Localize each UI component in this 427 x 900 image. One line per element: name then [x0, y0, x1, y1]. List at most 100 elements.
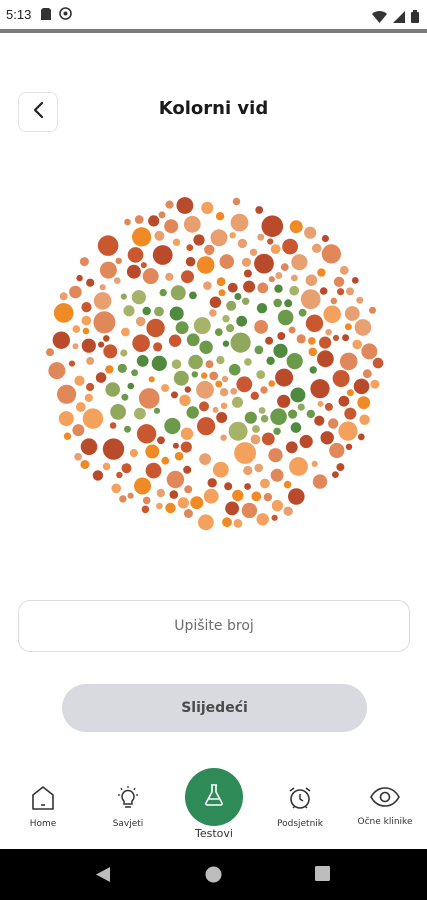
plate-dot [216, 356, 225, 365]
signal-icon [393, 8, 405, 27]
plate-dot [92, 470, 104, 481]
plate-dot [161, 384, 170, 392]
plate-dot [338, 421, 358, 441]
plate-dot [117, 363, 127, 373]
no-disturb-icon [59, 5, 73, 24]
plate-dot [319, 336, 332, 349]
plate-dot [216, 412, 228, 423]
plate-dot [102, 438, 125, 460]
plate-dot [136, 355, 149, 367]
plate-dot [196, 256, 215, 274]
plate-dot [270, 244, 281, 254]
plate-dot [169, 490, 179, 499]
plate-dot [299, 434, 313, 449]
nav-item-savjeti[interactable]: Savjeti [88, 785, 168, 829]
plate-dot [129, 449, 138, 458]
plate-dot [131, 290, 146, 305]
plate-dot [164, 417, 181, 435]
plate-dot [339, 265, 349, 275]
color-vision-plate [40, 190, 390, 536]
plate-dot [271, 514, 278, 521]
plate-dot [134, 407, 146, 420]
plate-dot [372, 357, 384, 369]
plate-dot [184, 485, 193, 494]
plate-dot [219, 254, 235, 269]
plate-dot [221, 375, 229, 383]
plate-dot [72, 325, 81, 333]
plate-dot [145, 444, 160, 459]
plate-dot [215, 212, 225, 221]
plate-dot [328, 418, 339, 429]
plate-dot [207, 478, 217, 488]
number-input[interactable] [18, 600, 410, 652]
plate-dot [222, 315, 230, 323]
plate-dot [179, 394, 191, 406]
plate-dot [283, 480, 292, 489]
bottom-navigation: Home Savjeti Testovi Podsjetnik Očne kli… [0, 765, 427, 849]
plate-dot [209, 309, 217, 317]
flask-icon [204, 784, 224, 810]
plate-dot [134, 215, 144, 224]
plate-dot [74, 375, 85, 386]
plate-dot [321, 244, 341, 264]
plate-dot [146, 318, 165, 338]
plate-dot [242, 297, 250, 305]
nav-item-home[interactable]: Home [3, 785, 83, 829]
plate-dot [244, 358, 252, 366]
nav-label-ocne-klinike: Očne klinike [357, 817, 413, 827]
nav-item-podsjetnik[interactable]: Podsjetnik [260, 785, 340, 829]
plate-dot [156, 502, 163, 510]
plate-dot [256, 303, 268, 314]
plate-dot [121, 463, 132, 474]
plate-dot [344, 323, 352, 331]
plate-dot [306, 409, 315, 419]
plate-dot [332, 471, 339, 478]
plate-dot [105, 382, 120, 397]
plate-dot [290, 422, 302, 433]
plate-dot [261, 215, 284, 237]
recents-square-icon[interactable] [315, 866, 330, 885]
plate-dot [227, 282, 238, 293]
plate-dot [102, 462, 111, 471]
plate-dot [99, 261, 117, 279]
plate-dot [323, 305, 342, 324]
plate-dot [260, 386, 268, 394]
plate-dot [254, 463, 263, 473]
plate-dot [232, 396, 243, 408]
plate-dot [132, 334, 150, 352]
plate-dot [354, 319, 372, 336]
plate-dot [330, 297, 338, 305]
plate-dot [97, 235, 119, 256]
next-button[interactable]: Slijedeći [62, 684, 367, 732]
nav-item-ocne-klinike[interactable]: Očne klinike [345, 785, 425, 827]
nav-item-testovi[interactable] [185, 768, 243, 826]
status-time: 5:13 [6, 7, 32, 22]
plate-dot [226, 300, 237, 311]
plate-dot [198, 514, 214, 531]
plate-dot [273, 427, 281, 435]
plate-dot [185, 256, 196, 267]
plate-dot [228, 421, 248, 441]
plate-dot [215, 380, 223, 388]
home-circle-icon[interactable] [205, 866, 222, 887]
plate-dot [157, 436, 165, 445]
plate-dot [260, 478, 270, 489]
plate-dot [169, 306, 184, 321]
plate-dot [257, 233, 265, 241]
plate-dot [232, 489, 244, 502]
plate-dot [236, 315, 248, 327]
plate-dot [115, 257, 122, 264]
plate-dot [305, 274, 318, 286]
plate-dot [68, 360, 76, 367]
back-triangle-icon[interactable] [95, 866, 111, 887]
plate-dot [57, 384, 77, 404]
plate-dot [199, 340, 213, 354]
plate-dot [297, 403, 305, 411]
plate-dot [321, 234, 329, 243]
plate-dot [298, 308, 307, 317]
plate-dot [156, 488, 165, 498]
plate-dot [332, 334, 340, 341]
plate-dot [183, 465, 192, 474]
plate-dot [336, 463, 345, 472]
plate-dot [329, 442, 345, 459]
